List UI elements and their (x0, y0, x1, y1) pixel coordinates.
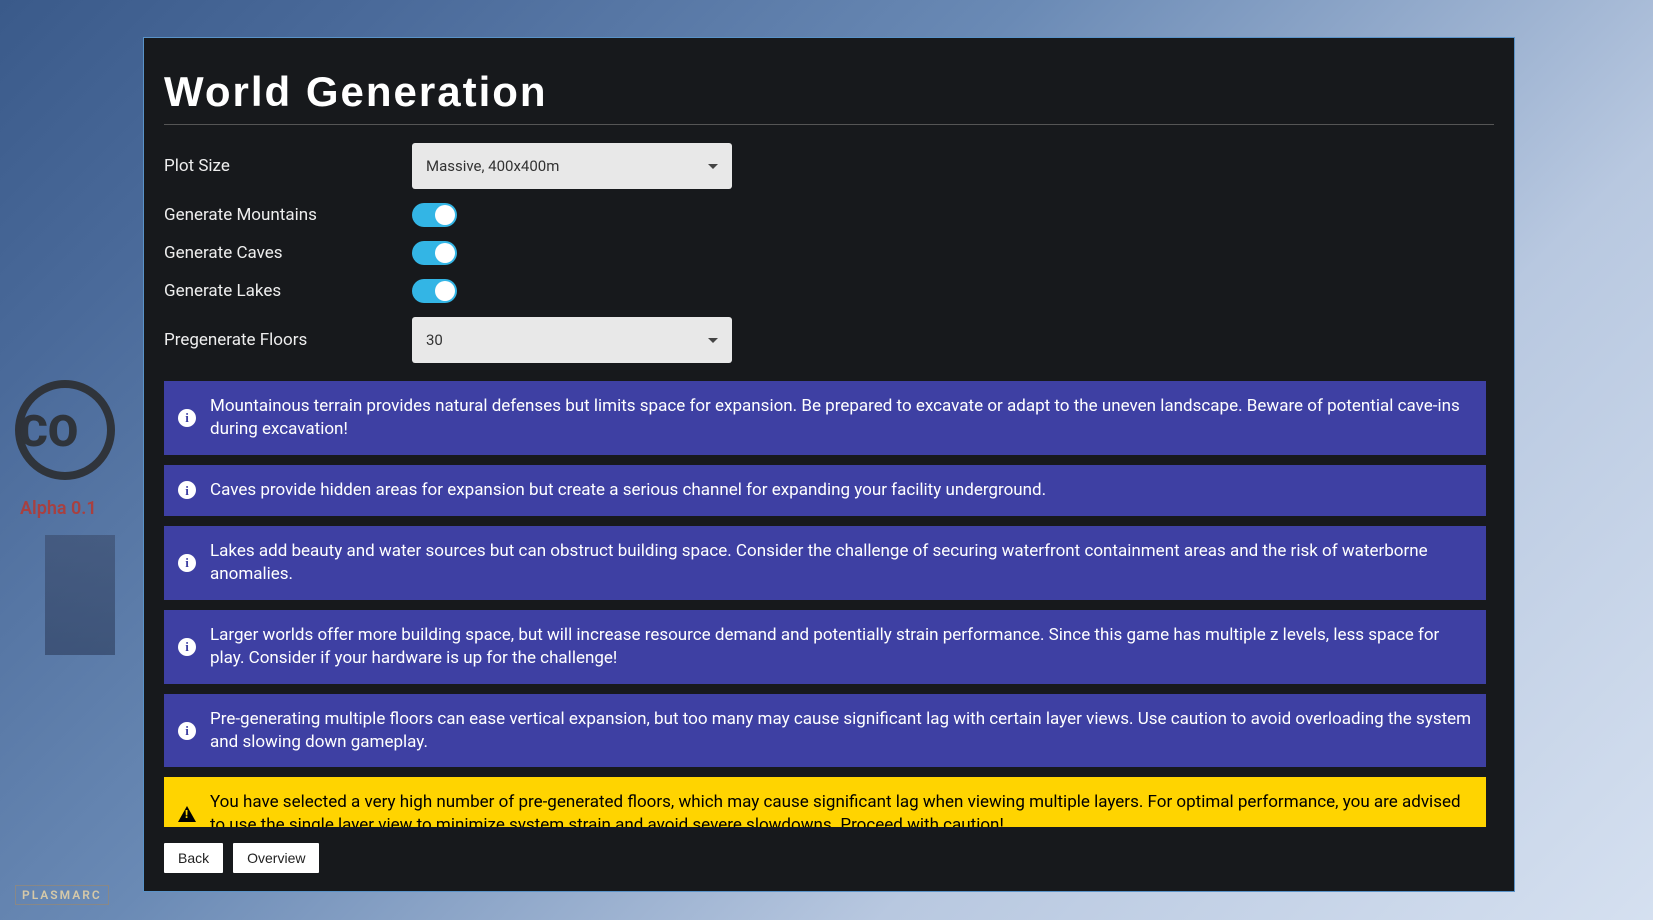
title-divider (164, 124, 1494, 125)
warning-icon (178, 805, 196, 823)
generate-mountains-toggle[interactable] (412, 203, 457, 227)
message-text: Mountainous terrain provides natural def… (210, 395, 1472, 441)
game-logo: CO (15, 380, 130, 495)
warning-message: You have selected a very high number of … (164, 777, 1486, 827)
message-text: You have selected a very high number of … (210, 791, 1472, 827)
chevron-down-icon (708, 164, 718, 169)
version-label: Alpha 0.1 (20, 498, 97, 519)
message-text: Pre-generating multiple floors can ease … (210, 708, 1472, 754)
message-text: Lakes add beauty and water sources but c… (210, 540, 1472, 586)
generate-lakes-label: Generate Lakes (164, 281, 412, 301)
info-icon: i (178, 638, 196, 656)
studio-badge: PLASMARC (15, 885, 109, 905)
overview-button[interactable]: Overview (233, 843, 319, 873)
background-building (45, 535, 115, 655)
pregenerate-floors-value: 30 (426, 331, 443, 349)
info-message: i Caves provide hidden areas for expansio… (164, 465, 1486, 516)
info-message: i Pre-generating multiple floors can ease… (164, 694, 1486, 768)
generate-lakes-toggle[interactable] (412, 279, 457, 303)
plot-size-select[interactable]: Massive, 400x400m (412, 143, 732, 189)
page-title: World Generation (164, 68, 1494, 116)
generate-caves-row: Generate Caves (164, 241, 1494, 265)
generate-caves-label: Generate Caves (164, 243, 412, 263)
settings-form: Plot Size Massive, 400x400m Generate Mou… (164, 143, 1494, 363)
info-message: i Larger worlds offer more building space… (164, 610, 1486, 684)
generate-mountains-label: Generate Mountains (164, 205, 412, 225)
info-message: i Mountainous terrain provides natural de… (164, 381, 1486, 455)
info-icon: i (178, 554, 196, 572)
back-button[interactable]: Back (164, 843, 223, 873)
pregenerate-floors-select[interactable]: 30 (412, 317, 732, 363)
generate-mountains-row: Generate Mountains (164, 203, 1494, 227)
pregenerate-floors-row: Pregenerate Floors 30 (164, 317, 1494, 363)
info-message: i Lakes add beauty and water sources but … (164, 526, 1486, 600)
footer-buttons: Back Overview (164, 843, 1494, 873)
chevron-down-icon (708, 338, 718, 343)
world-generation-panel: World Generation Plot Size Massive, 400x… (143, 37, 1515, 892)
info-icon: i (178, 409, 196, 427)
info-icon: i (178, 481, 196, 499)
plot-size-label: Plot Size (164, 156, 412, 176)
message-text: Caves provide hidden areas for expansion… (210, 479, 1046, 502)
generate-lakes-row: Generate Lakes (164, 279, 1494, 303)
generate-caves-toggle[interactable] (412, 241, 457, 265)
message-text: Larger worlds offer more building space,… (210, 624, 1472, 670)
plot-size-row: Plot Size Massive, 400x400m (164, 143, 1494, 189)
messages-list[interactable]: i Mountainous terrain provides natural de… (164, 381, 1494, 827)
info-icon: i (178, 722, 196, 740)
plot-size-value: Massive, 400x400m (426, 157, 559, 175)
pregenerate-floors-label: Pregenerate Floors (164, 330, 412, 350)
